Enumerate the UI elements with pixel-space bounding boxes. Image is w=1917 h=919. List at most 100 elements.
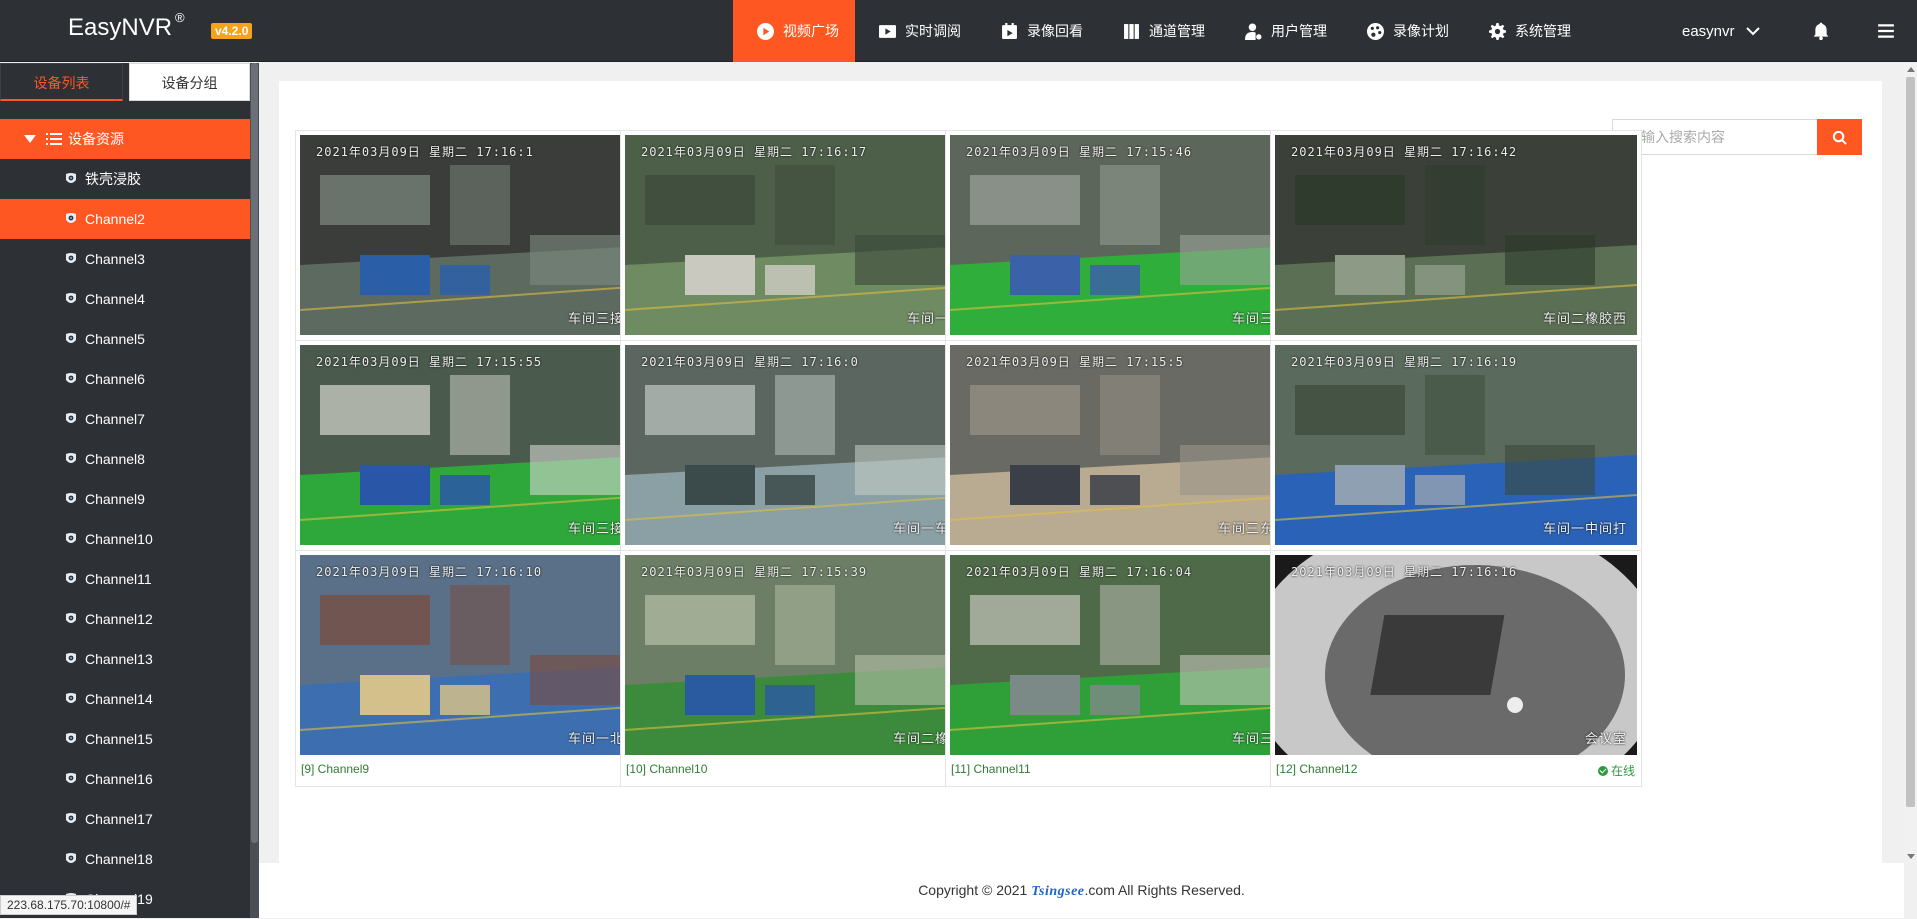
video-card[interactable]: 2021年03月09日 星期二 17:15:46车间三东侧[3] Channel… [945,130,1317,367]
video-card[interactable]: 2021年03月09日 星期二 17:16:1车间三接着室[1] 铁壳浸胶在线 [295,130,667,367]
video-thumbnail[interactable]: 2021年03月09日 星期二 17:15:39 车间二橡胶东 [625,555,987,755]
video-location-label: 车间二橡胶西 [1542,311,1627,326]
tsingsee-logo[interactable]: Tsingsee [1031,884,1084,899]
video-card[interactable]: 2021年03月09日 星期二 17:16:10 车间一北通道 [9] Channe… [295,550,667,787]
camera-snapshot [300,555,662,755]
video-timestamp: 2021年03月09日 星期二 17:15:39 [641,565,868,579]
video-card[interactable]: 2021年03月09日 星期二 17:16:42车间二橡胶西[4] Channe… [1270,130,1642,367]
sidebar-channel-item[interactable]: Channel7 [0,399,250,439]
nav-item-system-management[interactable]: 系统管理 [1465,0,1587,62]
video-timestamp: 2021年03月09日 星期二 17:16:04 [966,565,1193,579]
sidebar-channel-item[interactable]: Channel8 [0,439,250,479]
sidebar-scrollbar[interactable] [250,63,259,918]
sidebar-channel-item[interactable]: Channel18 [0,839,250,879]
video-card[interactable]: 2021年03月09日 星期二 17:15:39 车间二橡胶东 [10] Chann… [620,550,992,787]
sidebar-channel-item[interactable]: Channel2 [0,199,250,239]
user-dropdown[interactable]: easynvr [1682,0,1761,62]
video-thumbnail[interactable]: 2021年03月09日 星期二 17:16:17 车间一接收 [625,135,987,335]
video-location-label: 会议室 [1584,731,1627,746]
video-timestamp: 2021年03月09日 星期二 17:16:0 [641,355,859,369]
video-thumbnail[interactable]: 2021年03月09日 星期二 17:16:42 车间二橡胶西 [1275,135,1637,335]
nav-item-live-view[interactable]: 实时调阅 [855,0,977,62]
video-camera-icon [879,24,896,38]
page-scrollbar[interactable] [1904,63,1917,863]
video-card-title[interactable]: [9] Channel9 [301,762,369,776]
camera-icon [66,453,76,463]
nav-item-playback[interactable]: 录像回看 [977,0,1099,62]
page-scroll-thumb[interactable] [1906,77,1915,807]
main-content: 2021年03月09日 星期二 17:16:1车间三接着室[1] 铁壳浸胶在线2… [259,63,1904,863]
nav-item-video-square[interactable]: 视频广场 [733,0,855,62]
sidebar-channel-item[interactable]: Channel15 [0,719,250,759]
calendar-play-icon [1002,22,1017,39]
version-badge: v4.2.0 [211,23,253,39]
caret-down-icon[interactable] [24,135,36,143]
video-card[interactable]: 2021年03月09日 星期二 17:16:19车间一中间打[8] Channe… [1270,340,1642,577]
sidebar-channel-item[interactable]: Channel10 [0,519,250,559]
video-card-title[interactable]: [12] Channel12 [1276,762,1357,776]
video-thumbnail[interactable]: 2021年03月09日 星期二 17:16:04 车间三东侧 [950,555,1312,755]
bell-icon[interactable] [1812,22,1830,40]
video-thumbnail[interactable]: 2021年03月09日 星期二 17:16:16 会议室 [1275,555,1637,755]
sidebar-channel-item[interactable]: Channel17 [0,799,250,839]
user-gear-icon [1245,23,1262,40]
nav-item-user-management[interactable]: 用户管理 [1221,0,1343,62]
camera-snapshot [300,135,662,335]
video-card-title[interactable]: [11] Channel11 [951,762,1031,776]
video-thumbnail[interactable]: 2021年03月09日 星期二 17:15:46 车间三东侧 [950,135,1312,335]
sidebar-channel-item[interactable]: 铁壳浸胶 [0,159,250,199]
video-card-title[interactable]: [10] Channel10 [626,762,707,776]
video-timestamp: 2021年03月09日 星期二 17:16:42 [1291,145,1518,159]
video-timestamp: 2021年03月09日 星期二 17:15:5 [966,355,1184,369]
video-card[interactable]: 2021年03月09日 星期二 17:16:16 会议室 [12] Channel1… [1270,550,1642,787]
video-thumbnail[interactable]: 2021年03月09日 星期二 17:16:0 车间一车间二 [625,345,987,545]
tab-device-list[interactable]: 设备列表 [0,63,123,101]
browser-status-url: 223.68.175.70:10800/# [0,895,138,915]
sidebar-channel-item[interactable]: Channel16 [0,759,250,799]
sidebar-channel-item[interactable]: Channel9 [0,479,250,519]
camera-snapshot [625,345,987,545]
video-thumbnail[interactable]: 2021年03月09日 星期二 17:16:10 车间一北通道 [300,555,662,755]
camera-icon [66,533,76,543]
search-button[interactable] [1817,119,1862,155]
sidebar-channel-item[interactable]: Channel12 [0,599,250,639]
search-input[interactable] [1612,119,1817,155]
video-card[interactable]: 2021年03月09日 星期二 17:16:0车间一车间二[6] Channel… [620,340,992,577]
scroll-up-icon[interactable] [1907,67,1915,72]
camera-snapshot [625,555,987,755]
video-card[interactable]: 2021年03月09日 星期二 17:15:55车间三接做室[5] Channe… [295,340,667,577]
video-thumbnail[interactable]: 2021年03月09日 星期二 17:15:55 车间三接做室 [300,345,662,545]
scroll-down-icon[interactable] [1907,854,1915,859]
sidebar-channel-item[interactable]: Channel11 [0,559,250,599]
tree-root-device-resources[interactable]: 设备资源 [0,119,250,159]
hamburger-menu-icon[interactable] [1877,22,1895,40]
sidebar-channel-item[interactable]: Channel5 [0,319,250,359]
sidebar-channel-item[interactable]: Channel6 [0,359,250,399]
nav-item-channel-management[interactable]: 通道管理 [1099,0,1221,62]
nav-item-record-plan[interactable]: 录像计划 [1343,0,1465,62]
camera-icon [66,813,76,823]
video-card[interactable]: 2021年03月09日 星期二 17:15:5车间三东侧行[7] Channel… [945,340,1317,577]
sidebar-channel-item[interactable]: Channel3 [0,239,250,279]
sidebar-channel-item[interactable]: Channel13 [0,639,250,679]
camera-icon [66,653,76,663]
sidebar-scroll-thumb[interactable] [251,63,258,843]
camera-icon [66,173,76,183]
video-card[interactable]: 2021年03月09日 星期二 17:16:04 车间三东侧 [11] Channe… [945,550,1317,787]
video-thumbnail[interactable]: 2021年03月09日 星期二 17:16:1 车间三接着室 [300,135,662,335]
search-box [1612,119,1862,155]
status-badge: 在线 [1597,762,1635,779]
camera-snapshot [950,555,1312,755]
sidebar-channel-item[interactable]: Channel14 [0,679,250,719]
brand-logo[interactable]: EasyNVR ® [68,10,185,42]
camera-icon [66,293,76,303]
camera-icon [66,253,76,263]
tab-device-group[interactable]: 设备分组 [128,63,250,101]
camera-icon [66,373,76,383]
video-thumbnail[interactable]: 2021年03月09日 星期二 17:16:19 车间一中间打 [1275,345,1637,545]
sidebar-channel-item[interactable]: Channel4 [0,279,250,319]
video-card[interactable]: 2021年03月09日 星期二 17:16:17车间一接收[2] Channel… [620,130,992,367]
footer: Copyright © 2021 Tsingsee.com All Rights… [259,863,1904,918]
video-thumbnail[interactable]: 2021年03月09日 星期二 17:15:5 车间三东侧行 [950,345,1312,545]
camera-icon [66,693,76,703]
